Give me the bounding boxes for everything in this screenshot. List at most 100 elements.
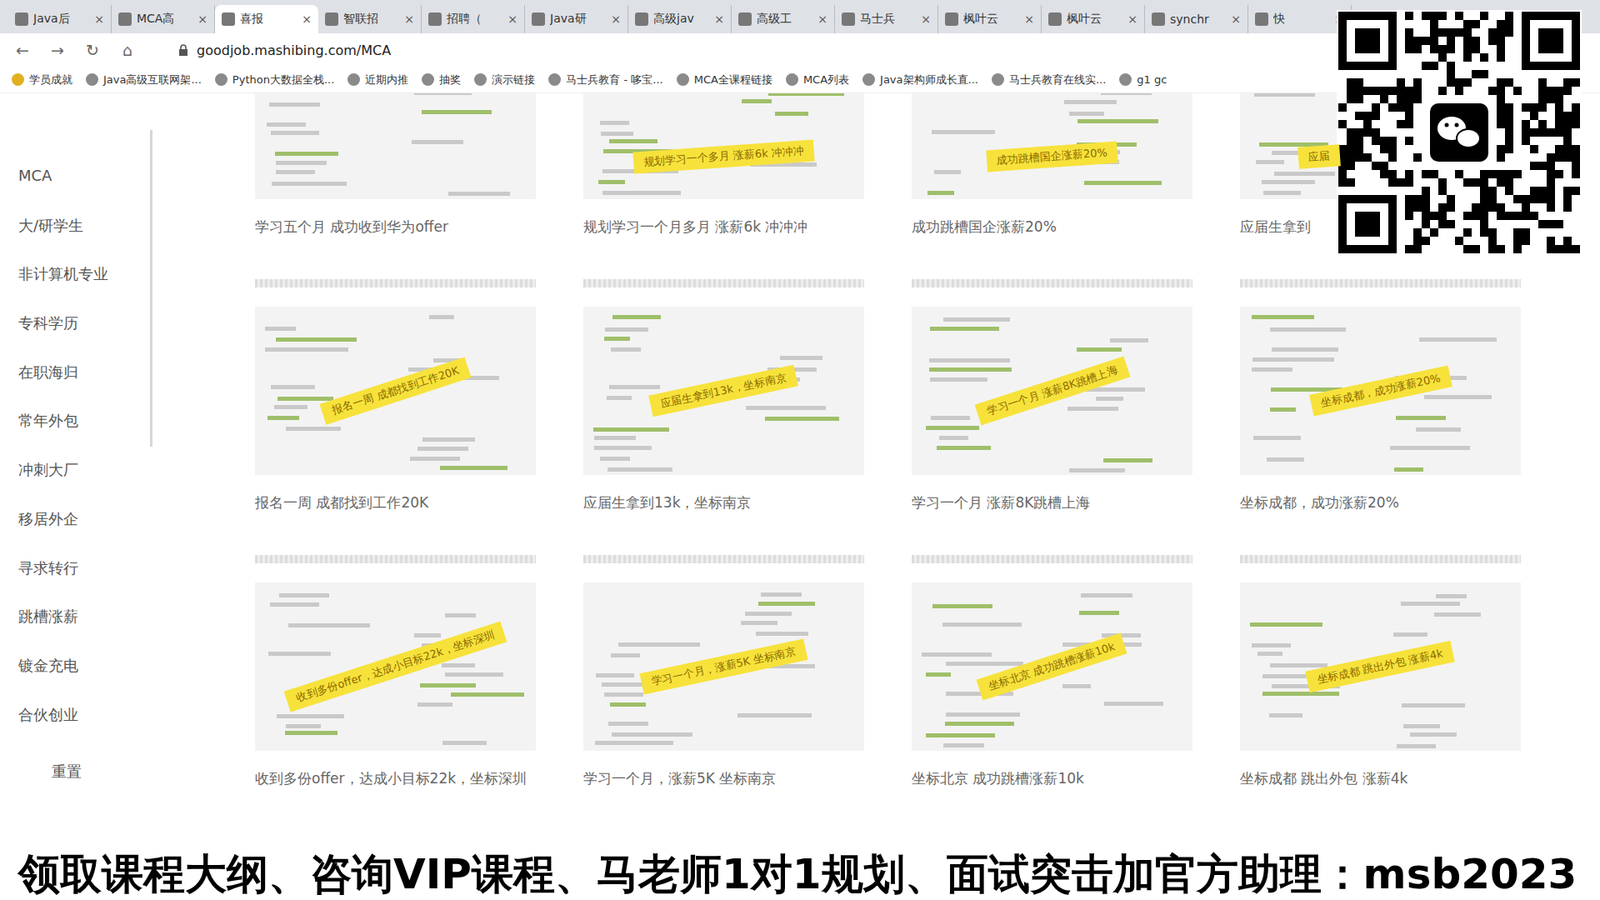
browser-tab[interactable]: 枫叶云× <box>1041 5 1145 34</box>
bookmark[interactable]: Python大数据全栈... <box>215 72 335 88</box>
bookmark[interactable]: 抽奖 <box>421 72 461 88</box>
sidebar-item[interactable]: 专科学历 <box>18 313 154 363</box>
story-card[interactable]: 坐标北京 成功跳槽涨薪10k坐标北京 成功跳槽涨薪10k <box>911 555 1193 789</box>
qr-code[interactable] <box>1336 10 1582 255</box>
story-card[interactable]: 坐标成都，成功涨薪20%坐标成都，成功涨薪20% <box>1240 279 1521 513</box>
chat-line <box>271 181 347 186</box>
sidebar-item[interactable]: 在职海归 <box>18 362 154 412</box>
sidebar-item[interactable]: 镀金充电 <box>18 655 154 705</box>
chat-line <box>605 327 649 332</box>
browser-tab[interactable]: 高级工× <box>731 5 835 34</box>
chat-line <box>450 692 525 697</box>
close-icon[interactable]: × <box>197 12 208 26</box>
bookmark[interactable]: 演示链接 <box>474 72 535 88</box>
chat-line <box>930 415 970 420</box>
sidebar-item[interactable]: 常年外包 <box>18 410 154 460</box>
sidebar-item[interactable]: MCA <box>18 166 154 216</box>
story-card[interactable]: 学习一个月，涨薪5K 坐标南京学习一个月，涨薪5K 坐标南京 <box>583 555 865 789</box>
story-card[interactable]: 学习五个月 成功收到华为offer <box>255 93 536 237</box>
forward-icon[interactable]: → <box>48 40 67 60</box>
sidebar-item[interactable]: 非计算机专业 <box>18 264 154 314</box>
browser-tab[interactable]: 喜报× <box>215 5 319 34</box>
sidebar-item[interactable]: 移居外企 <box>18 509 154 559</box>
chat-line <box>604 336 630 341</box>
browser-tab[interactable]: Java研× <box>525 5 629 34</box>
browser-tab[interactable]: Java后× <box>8 5 112 34</box>
highlight-tag: 规划学习一个多月 涨薪6k 冲冲冲 <box>632 139 815 174</box>
close-icon[interactable]: × <box>94 12 105 26</box>
bookmark[interactable]: Java架构师成长直... <box>862 72 979 88</box>
chat-line <box>1270 327 1346 332</box>
bookmark[interactable]: MCA全课程链接 <box>676 72 773 88</box>
sidebar-item[interactable]: 跳槽涨薪 <box>18 606 154 656</box>
close-icon[interactable]: × <box>610 12 621 26</box>
highlight-tag: 坐标北京 成功跳槽涨薪10k <box>976 632 1128 700</box>
lock-icon[interactable] <box>178 44 189 56</box>
chat-line <box>1435 594 1466 599</box>
bookmark-icon <box>421 73 435 86</box>
browser-tab[interactable]: 招聘（× <box>421 5 525 34</box>
favicon-icon <box>15 12 29 26</box>
bookmark[interactable]: 马士兵教育在线实... <box>991 72 1106 88</box>
close-icon[interactable]: × <box>920 12 931 26</box>
card-separator <box>911 279 1193 288</box>
chat-line <box>602 190 680 195</box>
story-card[interactable]: 学习一个月 涨薪8K跳槽上海学习一个月 涨薪8K跳槽上海 <box>911 279 1193 513</box>
browser-tab[interactable]: MCA高× <box>111 5 215 34</box>
close-icon[interactable]: × <box>301 12 312 26</box>
url-field[interactable]: goodjob.mashibing.com/MCA <box>178 42 391 59</box>
chat-line <box>1079 610 1120 615</box>
chat-line <box>1271 347 1338 352</box>
browser-tab[interactable]: 智联招× <box>318 5 422 34</box>
close-icon[interactable]: × <box>1230 12 1241 26</box>
bookmark[interactable]: 近期内推 <box>347 72 409 88</box>
story-card[interactable]: 坐标成都 跳出外包 涨薪4k坐标成都 跳出外包 涨薪4k <box>1240 555 1521 789</box>
reset-button[interactable]: 重置 <box>18 761 154 782</box>
story-card[interactable]: 报名一周 成都找到工作20K报名一周 成都找到工作20K <box>255 279 536 513</box>
chat-line <box>420 683 477 688</box>
bookmark[interactable]: 马士兵教育 - 哆宝... <box>548 72 663 88</box>
bookmark[interactable]: g1 gc <box>1119 73 1167 86</box>
bookmark[interactable]: Java高级互联网架... <box>85 72 202 88</box>
browser-tab[interactable]: 枫叶云× <box>938 5 1042 34</box>
chat-line <box>600 456 630 461</box>
story-card[interactable]: 规划学习一个多月 涨薪6k 冲冲冲规划学习一个月多月 涨薪6k 冲冲冲 <box>583 93 865 237</box>
chat-line <box>1410 732 1457 737</box>
sidebar-item[interactable]: 大/研学生 <box>18 215 154 265</box>
back-icon[interactable]: ← <box>13 40 32 60</box>
close-icon[interactable]: × <box>714 12 725 26</box>
reload-icon[interactable]: ↻ <box>83 40 102 60</box>
browser-tab[interactable]: 马士兵× <box>835 5 939 34</box>
close-icon[interactable]: × <box>1127 12 1138 26</box>
card-caption: 收到多份offer，达成小目标22k，坐标深圳 <box>255 769 536 789</box>
sidebar-item[interactable]: 寻求转行 <box>18 558 154 608</box>
chat-line <box>925 672 952 677</box>
chat-line <box>1261 180 1315 185</box>
close-icon[interactable]: × <box>404 12 415 26</box>
highlight-tag: 报名一周 成都找到工作20K <box>319 356 471 425</box>
bookmark[interactable]: 学员成就 <box>11 72 73 88</box>
chat-line <box>609 385 660 390</box>
chat-screenshot: 应届生拿到13k，坐标南京 <box>583 306 865 475</box>
bookmark[interactable]: MCA列表 <box>785 72 850 88</box>
home-icon[interactable]: ⌂ <box>118 40 137 60</box>
bookmark-label: Java架构师成长直... <box>880 72 979 88</box>
sidebar-item[interactable]: 合伙创业 <box>18 705 154 755</box>
close-icon[interactable]: × <box>507 12 518 26</box>
browser-tab[interactable]: synchr× <box>1145 5 1249 34</box>
tab-label: 高级jav <box>653 11 710 27</box>
story-card[interactable]: 收到多份offer，达成小目标22k，坐标深圳收到多份offer，达成小目标22… <box>255 555 536 789</box>
story-card[interactable]: 成功跳槽国企涨薪20%成功跳槽国企涨薪20% <box>911 93 1193 237</box>
browser-tab[interactable]: 高级jav × <box>628 5 732 34</box>
close-icon[interactable]: × <box>817 12 828 26</box>
chat-line <box>265 326 296 331</box>
qr-icon <box>1336 10 1582 255</box>
favicon-icon <box>738 12 752 26</box>
chat-line <box>285 426 341 431</box>
story-card[interactable]: 应届生拿到13k，坐标南京应届生拿到13k，坐标南京 <box>583 279 865 513</box>
chat-screenshot: 收到多份offer，达成小目标22k，坐标深圳 <box>255 582 536 751</box>
chat-line <box>945 661 1025 666</box>
chat-line <box>1064 100 1117 105</box>
sidebar-item[interactable]: 冲刺大厂 <box>18 460 154 510</box>
close-icon[interactable]: × <box>1024 12 1035 26</box>
